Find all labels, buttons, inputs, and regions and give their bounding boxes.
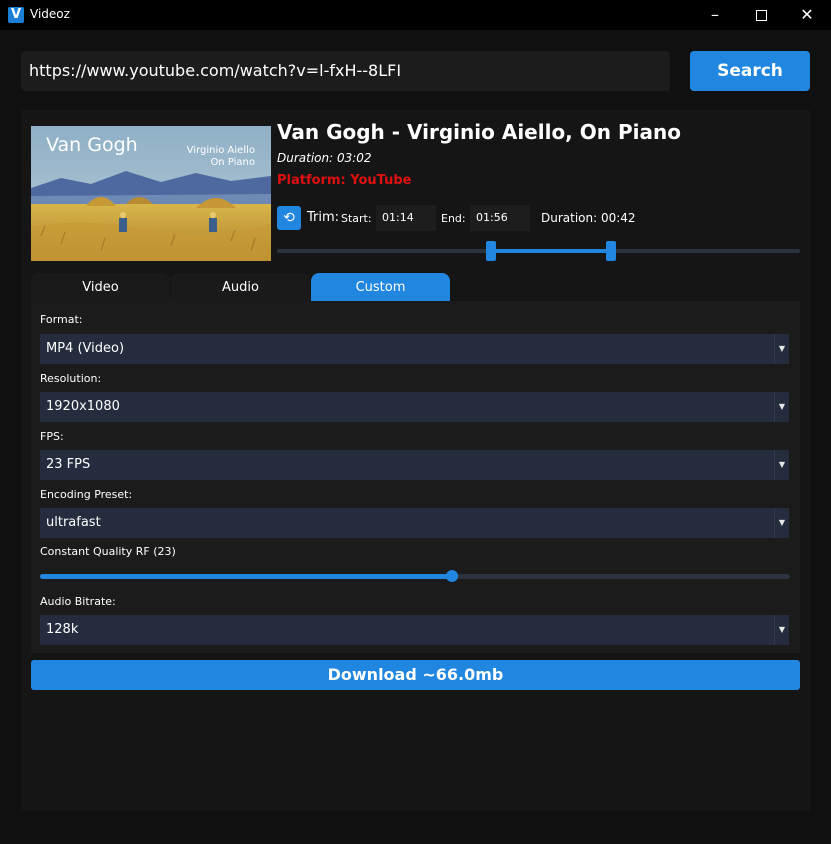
- audio-bitrate-select[interactable]: 128k ▼: [40, 615, 789, 645]
- video-thumbnail: Van Gogh Virginio Aiello On Piano: [31, 126, 271, 261]
- fps-value: 23 FPS: [46, 457, 91, 472]
- format-label: Format:: [40, 313, 83, 326]
- quality-label: Constant Quality RF (23): [40, 545, 176, 558]
- trim-label: Trim:: [307, 210, 340, 225]
- reset-icon: ⟲: [283, 210, 295, 226]
- trim-end-handle[interactable]: [606, 241, 616, 261]
- reset-trim-button[interactable]: ⟲: [277, 206, 301, 230]
- fps-select[interactable]: 23 FPS ▼: [40, 450, 789, 480]
- format-select[interactable]: MP4 (Video) ▼: [40, 334, 789, 364]
- video-title: Van Gogh - Virginio Aiello, On Piano: [277, 120, 681, 144]
- tab-video[interactable]: Video: [31, 273, 170, 301]
- title-bar: V Videoz – ✕: [0, 0, 831, 30]
- trim-end-label: End:: [441, 212, 466, 225]
- video-duration: Duration: 03:02: [277, 151, 372, 165]
- trim-start-label: Start:: [341, 212, 372, 225]
- trim-duration: Duration: 00:42: [541, 211, 636, 225]
- format-value: MP4 (Video): [46, 341, 125, 356]
- search-button[interactable]: Search: [690, 51, 810, 91]
- url-input[interactable]: [21, 51, 670, 91]
- maximize-icon: [755, 10, 767, 21]
- resolution-value: 1920x1080: [46, 399, 120, 414]
- trim-range-selection: [491, 249, 611, 253]
- trim-end-input[interactable]: 01:56: [470, 205, 530, 231]
- audio-bitrate-value: 128k: [46, 622, 79, 637]
- video-platform: Platform: YouTube: [277, 173, 412, 188]
- audio-bitrate-label: Audio Bitrate:: [40, 595, 116, 608]
- tab-custom[interactable]: Custom: [311, 273, 450, 301]
- trim-start-handle[interactable]: [486, 241, 496, 261]
- maximize-button[interactable]: [738, 0, 784, 30]
- window-title: Videoz: [30, 7, 70, 21]
- close-button[interactable]: ✕: [784, 0, 830, 30]
- chevron-down-icon: ▼: [774, 334, 789, 364]
- quality-slider-fill: [40, 574, 452, 579]
- trim-start-input[interactable]: 01:14: [376, 205, 436, 231]
- preset-label: Encoding Preset:: [40, 488, 133, 501]
- quality-slider-thumb[interactable]: [446, 570, 458, 582]
- resolution-label: Resolution:: [40, 372, 102, 385]
- minimize-button[interactable]: –: [692, 0, 738, 30]
- chevron-down-icon: ▼: [774, 508, 789, 538]
- thumbnail-subtitle: Virginio Aiello On Piano: [187, 145, 255, 169]
- thumbnail-subtitle-line1: Virginio Aiello: [186, 145, 255, 156]
- fps-label: FPS:: [40, 430, 64, 443]
- chevron-down-icon: ▼: [774, 392, 789, 422]
- app-logo-icon: V: [8, 7, 24, 23]
- thumbnail-title: Van Gogh: [46, 134, 138, 156]
- thumbnail-subtitle-line2: On Piano: [210, 157, 255, 168]
- resolution-select[interactable]: 1920x1080 ▼: [40, 392, 789, 422]
- chevron-down-icon: ▼: [774, 615, 789, 645]
- tab-audio[interactable]: Audio: [171, 273, 310, 301]
- chevron-down-icon: ▼: [774, 450, 789, 480]
- preset-select[interactable]: ultrafast ▼: [40, 508, 789, 538]
- download-button[interactable]: Download ~66.0mb: [31, 660, 800, 690]
- preset-value: ultrafast: [46, 515, 101, 530]
